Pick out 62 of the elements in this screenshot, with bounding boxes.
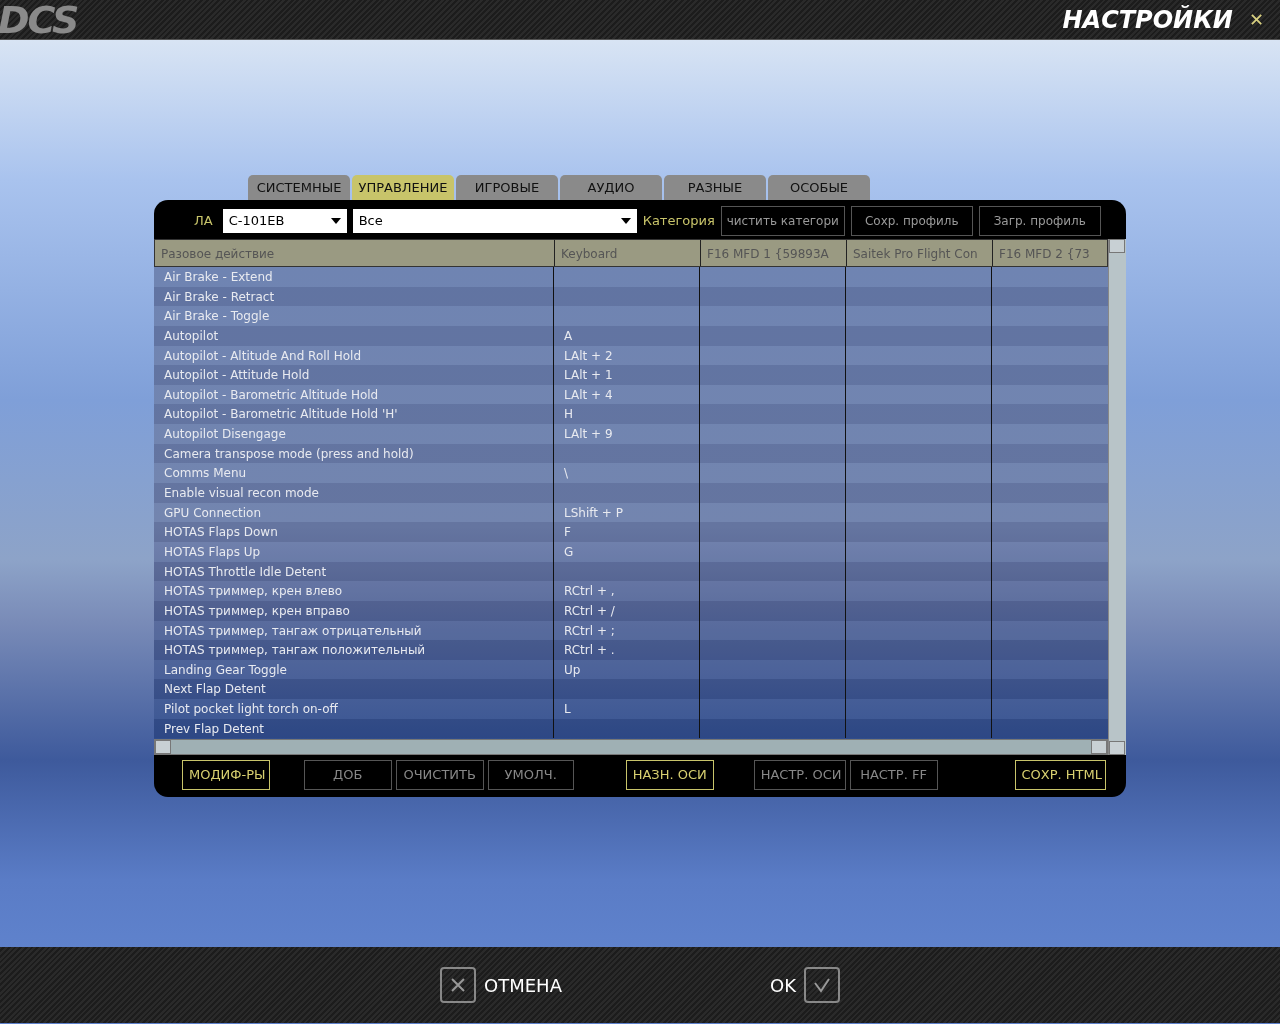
action-cell[interactable]: Autopilot - Altitude And Roll Hold <box>154 345 554 366</box>
aircraft-dropdown[interactable]: С-101ЕВ <box>222 209 347 233</box>
action-cell[interactable]: Autopilot - Barometric Altitude Hold 'H' <box>154 404 554 425</box>
key-cell[interactable]: \ <box>554 463 700 484</box>
key-cell[interactable]: F <box>554 522 700 542</box>
filter-dropdown[interactable]: Все <box>352 209 637 233</box>
column-header[interactable]: F16 MFD 1 {59893A <box>701 240 847 266</box>
action-cell[interactable]: HOTAS триммер, тангаж отрицательный <box>154 620 554 641</box>
tab[interactable]: ОСОБЫЕ <box>768 175 870 200</box>
toolbar-button[interactable]: Загр. профиль <box>978 206 1101 236</box>
vertical-scrollbar[interactable] <box>1108 239 1126 755</box>
key-cell[interactable]: LShift + P <box>554 502 700 523</box>
key-cell[interactable]: RCtrl + , <box>554 581 700 601</box>
key-cell[interactable]: Up <box>554 659 700 680</box>
tab[interactable]: РАЗНЫЕ <box>664 175 766 200</box>
check-icon <box>812 977 831 993</box>
window-title: НАСТРОЙКИ <box>1062 4 1233 36</box>
action-cell[interactable]: HOTAS Flaps Up <box>154 541 554 562</box>
column-header[interactable]: Keyboard <box>555 240 701 266</box>
column-header[interactable]: Saitek Pro Flight Con <box>847 240 993 266</box>
close-button[interactable]: ✕ <box>1248 6 1264 33</box>
key-cell[interactable]: LAlt + 9 <box>554 424 700 444</box>
key-cell[interactable]: G <box>554 541 700 562</box>
caret-icon <box>620 218 631 224</box>
key-cell[interactable]: L <box>554 699 700 719</box>
tab[interactable]: УПРАВЛЕНИЕ <box>352 175 454 200</box>
key-cell[interactable]: A <box>554 325 700 346</box>
key-cell[interactable]: H <box>554 404 700 425</box>
key-cell[interactable]: LAlt + 1 <box>554 365 700 385</box>
column-header[interactable]: F16 MFD 2 {73 <box>993 240 1107 266</box>
action-cell[interactable]: Comms Menu <box>154 463 554 484</box>
key-cell[interactable]: RCtrl + ; <box>554 620 700 641</box>
action-button[interactable]: МОДИФ-РЫ <box>182 760 270 790</box>
action-cell[interactable]: Landing Gear Toggle <box>154 659 554 680</box>
action-cell[interactable]: HOTAS Flaps Down <box>154 522 554 542</box>
action-button[interactable]: НАЗН. ОСИ <box>625 760 714 790</box>
action-cell[interactable]: HOTAS триммер, тангаж положительный <box>154 640 554 660</box>
key-cell[interactable]: RCtrl + . <box>554 640 700 660</box>
action-cell[interactable]: Autopilot Disengage <box>154 424 554 444</box>
column-header[interactable]: Разовое действие <box>155 240 555 266</box>
toolbar-button[interactable]: чистить категори <box>720 206 845 236</box>
caret-icon <box>330 218 341 224</box>
key-cell[interactable]: RCtrl + / <box>554 600 700 621</box>
tab[interactable]: СИСТЕМНЫЕ <box>248 175 350 200</box>
toolbar-button[interactable]: Сохр. профиль <box>850 206 973 236</box>
action-cell[interactable]: Autopilot - Barometric Altitude Hold <box>154 384 554 405</box>
aircraft-label: ЛА <box>194 212 213 231</box>
tab[interactable]: АУДИО <box>560 175 662 200</box>
cancel-button[interactable]: ОТМЕНА <box>440 967 562 1003</box>
action-cell[interactable]: HOTAS триммер, крен влево <box>154 581 554 601</box>
horizontal-scrollbar[interactable] <box>154 739 1108 755</box>
action-cell[interactable]: Autopilot - Attitude Hold <box>154 365 554 385</box>
action-cell[interactable]: Pilot pocket light torch on-off <box>154 699 554 719</box>
action-cell[interactable]: Autopilot <box>154 325 554 346</box>
key-cell[interactable]: LAlt + 2 <box>554 345 700 366</box>
tab[interactable]: ИГРОВЫЕ <box>456 175 558 200</box>
close-icon <box>450 977 467 993</box>
action-cell[interactable]: GPU Connection <box>154 502 554 523</box>
action-cell[interactable]: HOTAS триммер, крен вправо <box>154 600 554 621</box>
key-cell[interactable]: LAlt + 4 <box>554 384 700 405</box>
category-label: Категория <box>642 212 715 231</box>
action-button[interactable]: СОХР. HTML <box>1014 760 1106 790</box>
